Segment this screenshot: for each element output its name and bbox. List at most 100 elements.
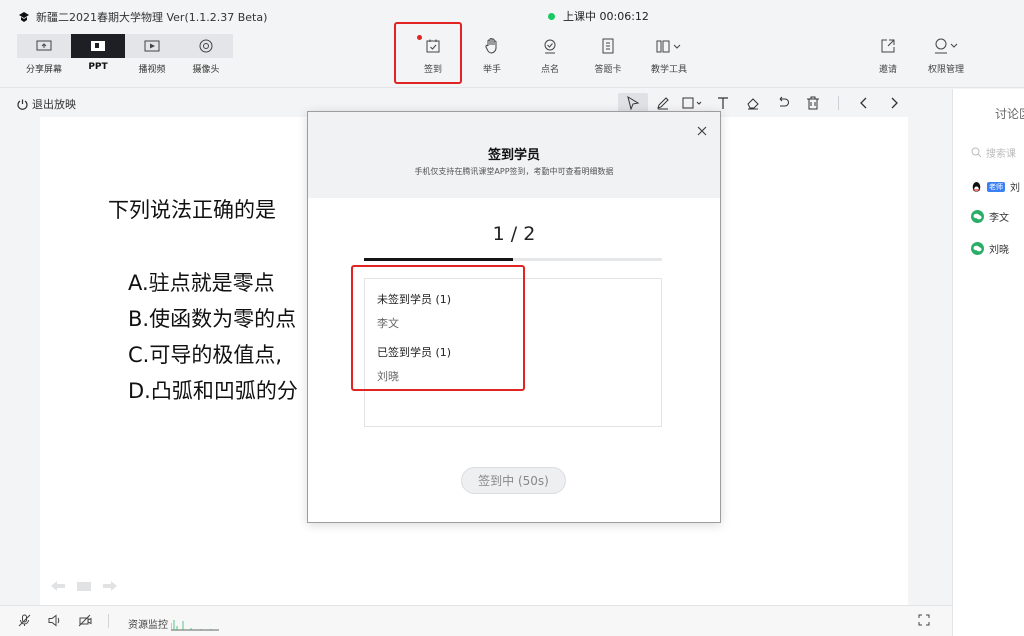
user-item-liwen[interactable]: 李文 xyxy=(971,209,1009,224)
raise-hand-label: 举手 xyxy=(482,65,501,75)
roll-call-button[interactable]: 点名 xyxy=(522,36,578,75)
speaker-button[interactable] xyxy=(48,614,62,627)
list-highlight-box xyxy=(351,265,525,391)
discussion-panel: 讨论区 搜索课 老师 刘 李文 刘晓 xyxy=(952,89,1024,636)
discussion-title: 讨论区 xyxy=(995,107,1024,121)
chevron-right-icon xyxy=(891,97,898,109)
resource-graph-icon xyxy=(171,619,219,630)
option-c: C.可导的极值点, xyxy=(128,343,283,367)
dialog-subtitle: 手机仅支持在腾讯课堂APP签到，考勤中可查看明细数据 xyxy=(414,167,614,176)
user-item-teacher[interactable]: 老师 刘 xyxy=(971,179,1020,194)
shape-tool[interactable] xyxy=(678,93,708,113)
slides-grid-icon[interactable] xyxy=(76,580,92,592)
live-status: 上课中 00:06:12 xyxy=(548,8,649,24)
pen-tool[interactable] xyxy=(648,93,678,113)
play-video-icon xyxy=(144,40,160,52)
slide-nav xyxy=(50,580,118,592)
mode-label-camera: 摄像头 xyxy=(192,65,220,75)
wechat-icon xyxy=(971,242,984,255)
exit-play-button[interactable]: 退出放映 xyxy=(17,96,76,112)
close-button[interactable] xyxy=(697,124,707,140)
mode-camera[interactable] xyxy=(179,34,233,58)
discussion-search[interactable]: 搜索课 xyxy=(971,145,1016,160)
signing-countdown-button[interactable]: 签到中 (50s) xyxy=(461,467,566,494)
share-arrow-icon xyxy=(881,39,895,53)
signin-dialog: 签到学员 手机仅支持在腾讯课堂APP签到，考勤中可查看明细数据 1 / 2 未签… xyxy=(307,111,721,523)
text-icon xyxy=(718,97,728,109)
signin-progress-fill xyxy=(364,258,513,261)
answer-card-label: 答题卡 xyxy=(594,65,622,75)
mode-ppt[interactable] xyxy=(71,34,125,58)
eraser-tool[interactable] xyxy=(738,93,768,113)
option-d: D.凸弧和凹弧的分 xyxy=(128,379,298,403)
mode-label-play-video: 播视频 xyxy=(138,65,166,75)
user-name: 刘晓 xyxy=(989,245,1009,256)
toolbar-divider xyxy=(838,96,839,110)
camera-icon xyxy=(199,39,213,53)
bottom-bar: 资源监控 xyxy=(0,605,952,636)
roll-call-label: 点名 xyxy=(540,65,559,75)
mic-off-button[interactable] xyxy=(18,614,31,627)
speaker-icon xyxy=(48,614,60,627)
mic-off-icon xyxy=(18,614,31,627)
live-dot-icon xyxy=(548,12,555,20)
option-b: B.使函数为零的点 xyxy=(128,307,297,331)
roll-call-icon xyxy=(544,39,556,54)
user-name: 刘 xyxy=(1010,183,1020,194)
permissions-icon xyxy=(935,38,958,54)
arrow-right-icon[interactable] xyxy=(102,580,118,592)
bottom-divider xyxy=(108,614,109,628)
rectangle-icon xyxy=(682,97,702,109)
fullscreen-icon xyxy=(918,614,930,626)
search-placeholder: 搜索课 xyxy=(986,149,1016,160)
mode-switch xyxy=(17,34,233,58)
chevron-left-icon xyxy=(860,97,867,109)
mode-share-screen[interactable] xyxy=(17,34,71,58)
next-page-button[interactable] xyxy=(879,93,909,113)
clear-tool[interactable] xyxy=(798,93,828,113)
app-title: 新疆二2021春期大学物理 Ver(1.1.2.37 Beta) xyxy=(18,9,267,25)
mode-label-share-screen: 分享屏幕 xyxy=(25,65,62,75)
live-status-text: 上课中 00:06:12 xyxy=(563,10,649,23)
signin-highlight-box xyxy=(394,22,462,84)
teaching-tools-icon xyxy=(656,40,681,53)
mode-play-video[interactable] xyxy=(125,34,179,58)
cursor-icon xyxy=(627,96,640,110)
option-a: A.驻点就是零点 xyxy=(128,271,275,295)
camera-off-button[interactable] xyxy=(78,614,92,627)
select-tool[interactable] xyxy=(618,93,648,113)
teaching-tools-button[interactable]: 教学工具 xyxy=(641,36,697,75)
undo-tool[interactable] xyxy=(768,93,798,113)
answer-card-icon xyxy=(602,38,614,54)
signin-progress-text: 1 / 2 xyxy=(492,223,536,245)
resource-monitor[interactable]: 资源监控 xyxy=(128,616,219,631)
hand-icon xyxy=(485,38,497,54)
ppt-icon xyxy=(91,41,105,51)
text-tool[interactable] xyxy=(708,93,738,113)
teacher-badge: 老师 xyxy=(987,181,1005,192)
invite-label: 邀请 xyxy=(878,65,897,75)
top-toolbar: 新疆二2021春期大学物理 Ver(1.1.2.37 Beta) 上课中 00:… xyxy=(0,0,1024,88)
question-title: 下列说法正确的是 xyxy=(108,198,276,222)
fullscreen-button[interactable] xyxy=(918,614,930,626)
permissions-button[interactable]: 权限管理 xyxy=(918,36,974,75)
trash-icon xyxy=(807,96,819,110)
answer-card-button[interactable]: 答题卡 xyxy=(580,36,636,75)
signin-progress-bar xyxy=(364,258,662,261)
app-logo-icon xyxy=(19,12,29,22)
exit-icon xyxy=(17,99,28,110)
mode-label-ppt: PPT xyxy=(88,62,108,72)
pen-icon xyxy=(657,97,669,110)
camera-off-icon xyxy=(78,614,92,627)
share-screen-icon xyxy=(36,40,52,51)
dialog-title: 签到学员 xyxy=(487,148,540,163)
undo-icon xyxy=(779,96,789,107)
close-icon xyxy=(697,126,707,136)
wechat-icon xyxy=(971,210,984,223)
invite-button[interactable]: 邀请 xyxy=(860,36,916,75)
raise-hand-button[interactable]: 举手 xyxy=(464,36,520,75)
arrow-left-icon[interactable] xyxy=(50,580,66,592)
user-item-liuxiao[interactable]: 刘晓 xyxy=(971,241,1009,256)
prev-page-button[interactable] xyxy=(849,93,879,113)
search-icon xyxy=(971,147,982,158)
